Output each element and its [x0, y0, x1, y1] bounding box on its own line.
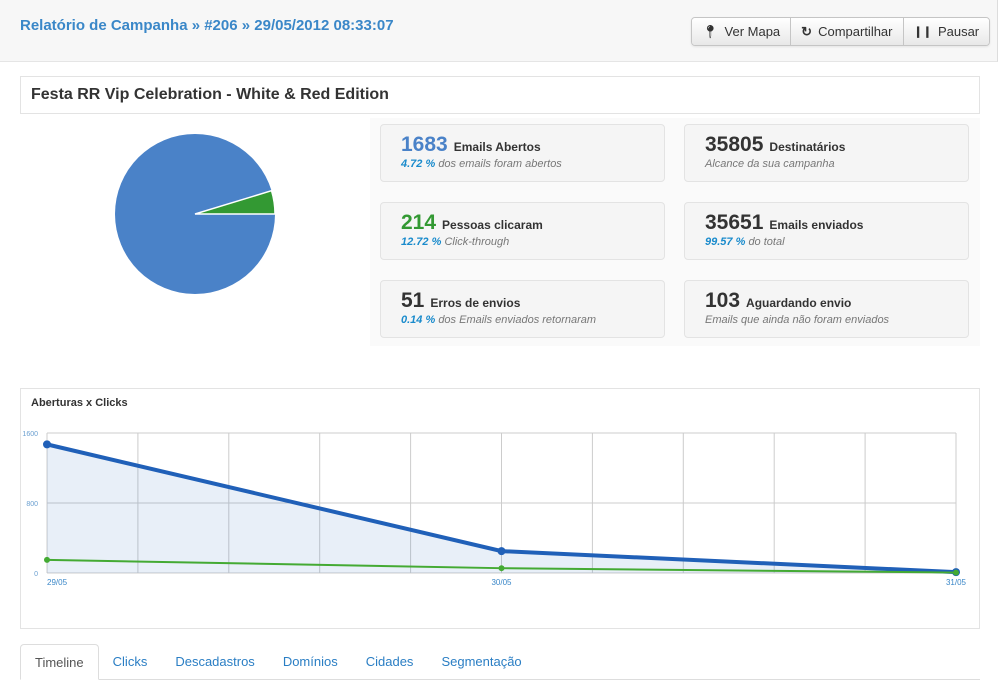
pie-chart [115, 134, 276, 294]
campaign-title: Festa RR Vip Celebration - White & Red E… [20, 76, 980, 114]
y-tick-label: 1600 [22, 431, 38, 438]
stat-value: 1683 [401, 133, 448, 156]
tab-bar: Timeline Clicks Descadastros Domínios Cidade… [20, 644, 980, 680]
openings-clicks-chart: Aberturas x Clicks 1600 800 0 29/05 30/05 31/… [20, 388, 980, 629]
stat-card: 35651 Emails enviados 99.57 % do total [684, 202, 969, 260]
x-tick-label: 30/05 [491, 578, 512, 587]
map-marker-icon: 📍︎ [702, 23, 719, 39]
data-point [43, 440, 51, 449]
stat-card: 1683 Emails Abertos 4.72 % dos emails for… [380, 124, 665, 182]
stat-percent: 99.57 % [705, 236, 746, 248]
stat-value: 51 [401, 289, 425, 312]
breadcrumb[interactable]: Relatório de Campanha » #206 » 29/05/201… [20, 17, 394, 34]
data-point [44, 556, 50, 563]
stat-percent: 12.72 % [401, 236, 442, 248]
stat-label: Pessoas clicaram [442, 218, 543, 232]
action-buttons: 📍︎ Ver Mapa ↻ Compartilhar ❙❙ Pausar [691, 17, 991, 46]
tab-segmentação[interactable]: Segmentação [427, 644, 535, 680]
data-point [497, 547, 506, 556]
stat-label: Emails Abertos [453, 140, 541, 154]
stat-card: 103 Aguardando envio Emails que ainda não… [684, 280, 969, 338]
stat-card: 214 Pessoas clicaram 12.72 % Click-throug… [380, 202, 665, 260]
share-icon: ↻ [801, 23, 813, 39]
x-tick-label: 29/05 [47, 578, 68, 587]
stat-card: 35805 Destinatários Alcance da sua campan… [684, 124, 969, 182]
stat-percent: 4.72 % [401, 158, 436, 170]
stat-value: 214 [401, 211, 437, 234]
y-tick-label: 0 [34, 571, 38, 578]
stat-card: 51 Erros de envios 0.14 % dos Emails envi… [380, 280, 665, 338]
stat-label: Destinatários [769, 140, 846, 154]
x-tick-label: 31/05 [946, 578, 967, 587]
tab-domínios[interactable]: Domínios [269, 644, 352, 680]
stat-value: 35651 [705, 211, 764, 234]
page-header: Relatório de Campanha » #206 » 29/05/201… [0, 0, 998, 62]
tab-descadastros[interactable]: Descadastros [161, 644, 268, 680]
y-tick-label: 800 [26, 501, 38, 508]
stat-subtext: 4.72 % dos emails foram abertos [401, 158, 562, 170]
pause-icon: ❙❙ [913, 26, 932, 38]
share-button[interactable]: ↻ Compartilhar [791, 18, 904, 45]
stat-subtext: 99.57 % do total [705, 236, 785, 248]
stat-value: 103 [705, 289, 741, 312]
data-point [498, 565, 505, 572]
tab-timeline[interactable]: Timeline [20, 644, 99, 680]
stat-value: 35805 [705, 133, 764, 156]
tab-clicks[interactable]: Clicks [99, 644, 162, 680]
pause-button[interactable]: ❙❙ Pausar [903, 18, 990, 45]
line-chart: 1600 800 0 29/05 30/05 31/05 [22, 431, 967, 587]
stat-percent: 0.14 % [401, 314, 436, 326]
data-point [953, 569, 959, 576]
stat-subtext: Emails que ainda não foram enviados [705, 314, 890, 326]
stat-subtext: 0.14 % dos Emails enviados retornaram [401, 314, 597, 326]
stat-subtext: Alcance da sua campanha [705, 158, 835, 170]
tab-cidades[interactable]: Cidades [352, 644, 428, 680]
stat-label: Erros de envios [430, 296, 521, 310]
stat-subtext: 12.72 % Click-through [401, 236, 510, 248]
stat-label: Emails enviados [769, 218, 864, 232]
stat-label: Aguardando envio [746, 296, 852, 310]
view-map-button[interactable]: 📍︎ Ver Mapa [692, 18, 792, 45]
stats-panel: 1683 Emails Abertos 4.72 % dos emails for… [370, 118, 980, 346]
